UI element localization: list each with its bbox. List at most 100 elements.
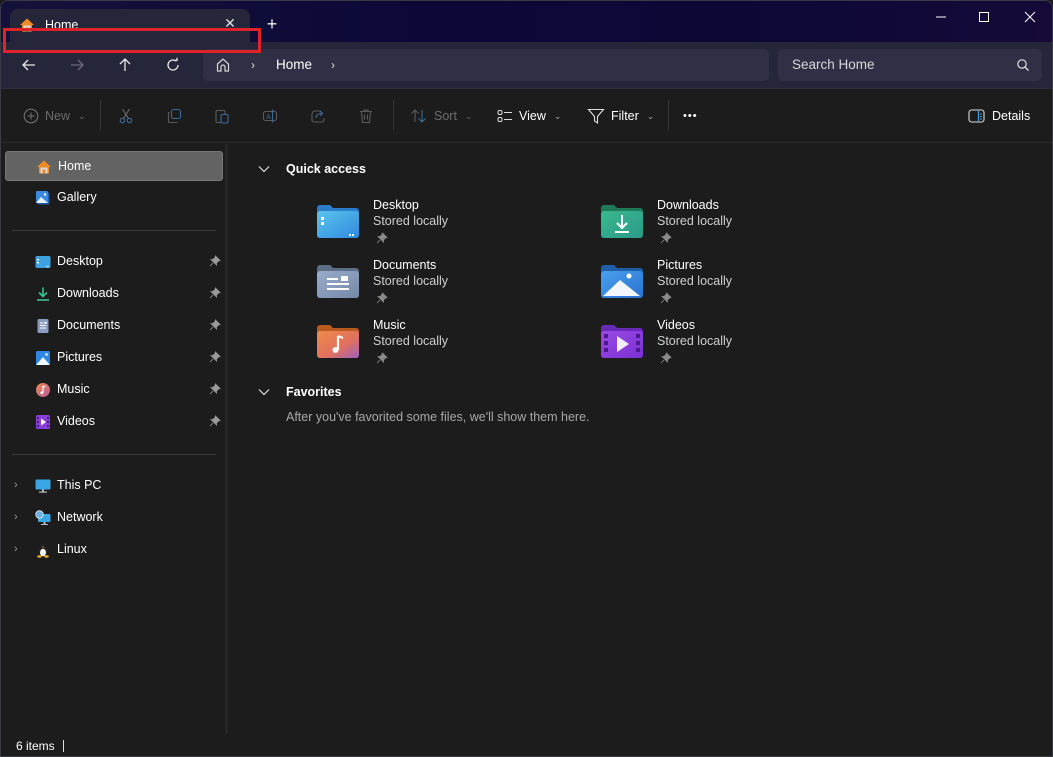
item-status: Stored locally bbox=[657, 334, 733, 348]
quick-access-desktop[interactable]: Desktop Stored locally bbox=[316, 198, 576, 254]
sidebar-divider bbox=[12, 454, 216, 455]
item-status: Stored locally bbox=[373, 214, 449, 228]
pin-icon[interactable] bbox=[209, 415, 221, 430]
chevron-right-icon[interactable]: › bbox=[251, 58, 255, 72]
sidebar-item-desktop[interactable]: Desktop bbox=[5, 247, 223, 277]
filter-icon bbox=[587, 108, 605, 125]
pane-splitter[interactable] bbox=[225, 144, 228, 734]
sidebar-item-pictures[interactable]: Pictures bbox=[5, 343, 223, 373]
home-icon bbox=[19, 17, 35, 33]
chevron-down-icon: ⌄ bbox=[553, 110, 562, 121]
status-bar: 6 items bbox=[1, 734, 1052, 756]
search-input[interactable]: Search Home bbox=[778, 49, 1042, 81]
arrow-up-icon bbox=[119, 58, 131, 71]
sidebar-item-label: Downloads bbox=[57, 286, 119, 300]
pin-icon bbox=[660, 232, 672, 247]
close-window-button[interactable] bbox=[1007, 5, 1052, 29]
new-label: New bbox=[45, 109, 71, 123]
chevron-right-icon[interactable]: › bbox=[331, 58, 335, 72]
item-name: Downloads bbox=[657, 198, 719, 212]
forward-button[interactable] bbox=[65, 54, 89, 76]
desktop-folder-icon bbox=[316, 202, 360, 240]
view-button[interactable]: View ⌄ bbox=[497, 104, 561, 128]
sidebar-item-this-pc[interactable]: › This PC bbox=[5, 471, 223, 501]
pin-icon[interactable] bbox=[209, 383, 221, 398]
filter-label: Filter bbox=[611, 109, 639, 123]
sidebar-item-downloads[interactable]: Downloads bbox=[5, 279, 223, 309]
quick-access-videos[interactable]: Videos Stored locally bbox=[600, 318, 860, 374]
minimize-icon bbox=[936, 16, 946, 18]
sidebar-item-documents[interactable]: Documents bbox=[5, 311, 223, 341]
sidebar-item-label: Gallery bbox=[57, 190, 97, 204]
sidebar-item-network[interactable]: › Network bbox=[5, 503, 223, 533]
pin-icon[interactable] bbox=[209, 287, 221, 302]
minimize-button[interactable] bbox=[918, 5, 964, 29]
details-button[interactable]: Details bbox=[968, 104, 1030, 128]
chevron-down-icon[interactable] bbox=[257, 162, 271, 179]
chevron-right-icon[interactable]: › bbox=[14, 511, 18, 523]
pin-icon bbox=[376, 292, 388, 307]
sort-label: Sort bbox=[434, 109, 457, 123]
svg-text:A: A bbox=[266, 113, 271, 121]
quick-access-pictures[interactable]: Pictures Stored locally bbox=[600, 258, 860, 314]
delete-button[interactable] bbox=[358, 104, 374, 128]
paste-button[interactable] bbox=[214, 104, 230, 128]
new-button[interactable]: New ⌄ bbox=[23, 104, 86, 128]
pin-icon[interactable] bbox=[209, 255, 221, 270]
close-tab-icon[interactable]: ✕ bbox=[222, 15, 238, 31]
sidebar-item-label: Linux bbox=[57, 542, 87, 556]
chevron-right-icon[interactable]: › bbox=[14, 479, 18, 491]
separator bbox=[100, 100, 101, 130]
address-bar[interactable]: › Home › bbox=[203, 49, 769, 81]
favorites-empty-message: After you've favorited some files, we'll… bbox=[286, 410, 590, 424]
copy-icon bbox=[167, 108, 182, 124]
view-label: View bbox=[519, 109, 546, 123]
cut-button[interactable] bbox=[118, 104, 134, 128]
share-button[interactable] bbox=[310, 104, 326, 128]
copy-button[interactable] bbox=[166, 104, 182, 128]
new-tab-button[interactable]: + bbox=[263, 15, 281, 33]
pin-icon[interactable] bbox=[209, 319, 221, 334]
maximize-button[interactable] bbox=[961, 5, 1007, 29]
quick-access-downloads[interactable]: Downloads Stored locally bbox=[600, 198, 860, 254]
item-status: Stored locally bbox=[373, 334, 449, 348]
sidebar-item-linux[interactable]: › Linux bbox=[5, 535, 223, 565]
refresh-button[interactable] bbox=[161, 54, 185, 76]
music-folder-icon bbox=[316, 322, 360, 360]
filter-button[interactable]: Filter ⌄ bbox=[587, 104, 654, 128]
sidebar-item-music[interactable]: Music bbox=[5, 375, 223, 405]
item-name: Desktop bbox=[373, 198, 419, 212]
item-name: Documents bbox=[373, 258, 437, 272]
rename-button[interactable]: A bbox=[262, 104, 278, 128]
pictures-folder-icon bbox=[600, 262, 644, 300]
home-outline-icon[interactable] bbox=[215, 57, 231, 76]
sidebar-item-label: Desktop bbox=[57, 254, 103, 268]
desktop-folder-icon bbox=[35, 254, 51, 270]
back-button[interactable] bbox=[17, 54, 41, 76]
quick-access-documents[interactable]: Documents Stored locally bbox=[316, 258, 576, 314]
rename-icon: A bbox=[262, 109, 278, 123]
sidebar-item-label: Videos bbox=[57, 414, 95, 428]
quick-access-header[interactable]: Quick access bbox=[257, 160, 457, 180]
search-placeholder: Search Home bbox=[792, 57, 875, 72]
content-pane: Quick access Desktop Stored locally Down… bbox=[229, 144, 1052, 734]
pin-icon[interactable] bbox=[209, 351, 221, 366]
home-icon bbox=[36, 159, 52, 175]
more-options-icon: ••• bbox=[683, 110, 698, 122]
section-title: Favorites bbox=[286, 385, 342, 399]
breadcrumb-home[interactable]: Home bbox=[276, 57, 312, 72]
pictures-icon bbox=[35, 350, 51, 366]
sidebar-item-videos[interactable]: Videos bbox=[5, 407, 223, 437]
sidebar-item-gallery[interactable]: Gallery bbox=[5, 183, 223, 213]
quick-access-music[interactable]: Music Stored locally bbox=[316, 318, 576, 374]
chevron-down-icon[interactable] bbox=[257, 385, 271, 402]
tab-home[interactable]: Home ✕ bbox=[10, 9, 250, 42]
sort-button[interactable]: Sort ⌄ bbox=[410, 104, 472, 128]
share-icon bbox=[311, 110, 325, 123]
favorites-header[interactable]: Favorites bbox=[257, 383, 457, 403]
up-button[interactable] bbox=[113, 54, 137, 76]
chevron-right-icon[interactable]: › bbox=[14, 543, 18, 555]
see-more-button[interactable]: ••• bbox=[683, 104, 698, 128]
sidebar-item-home[interactable]: Home bbox=[5, 151, 223, 181]
command-bar: New ⌄ A Sort ⌄ View ⌄ Filter ⌄ ••• Detai… bbox=[1, 90, 1052, 143]
